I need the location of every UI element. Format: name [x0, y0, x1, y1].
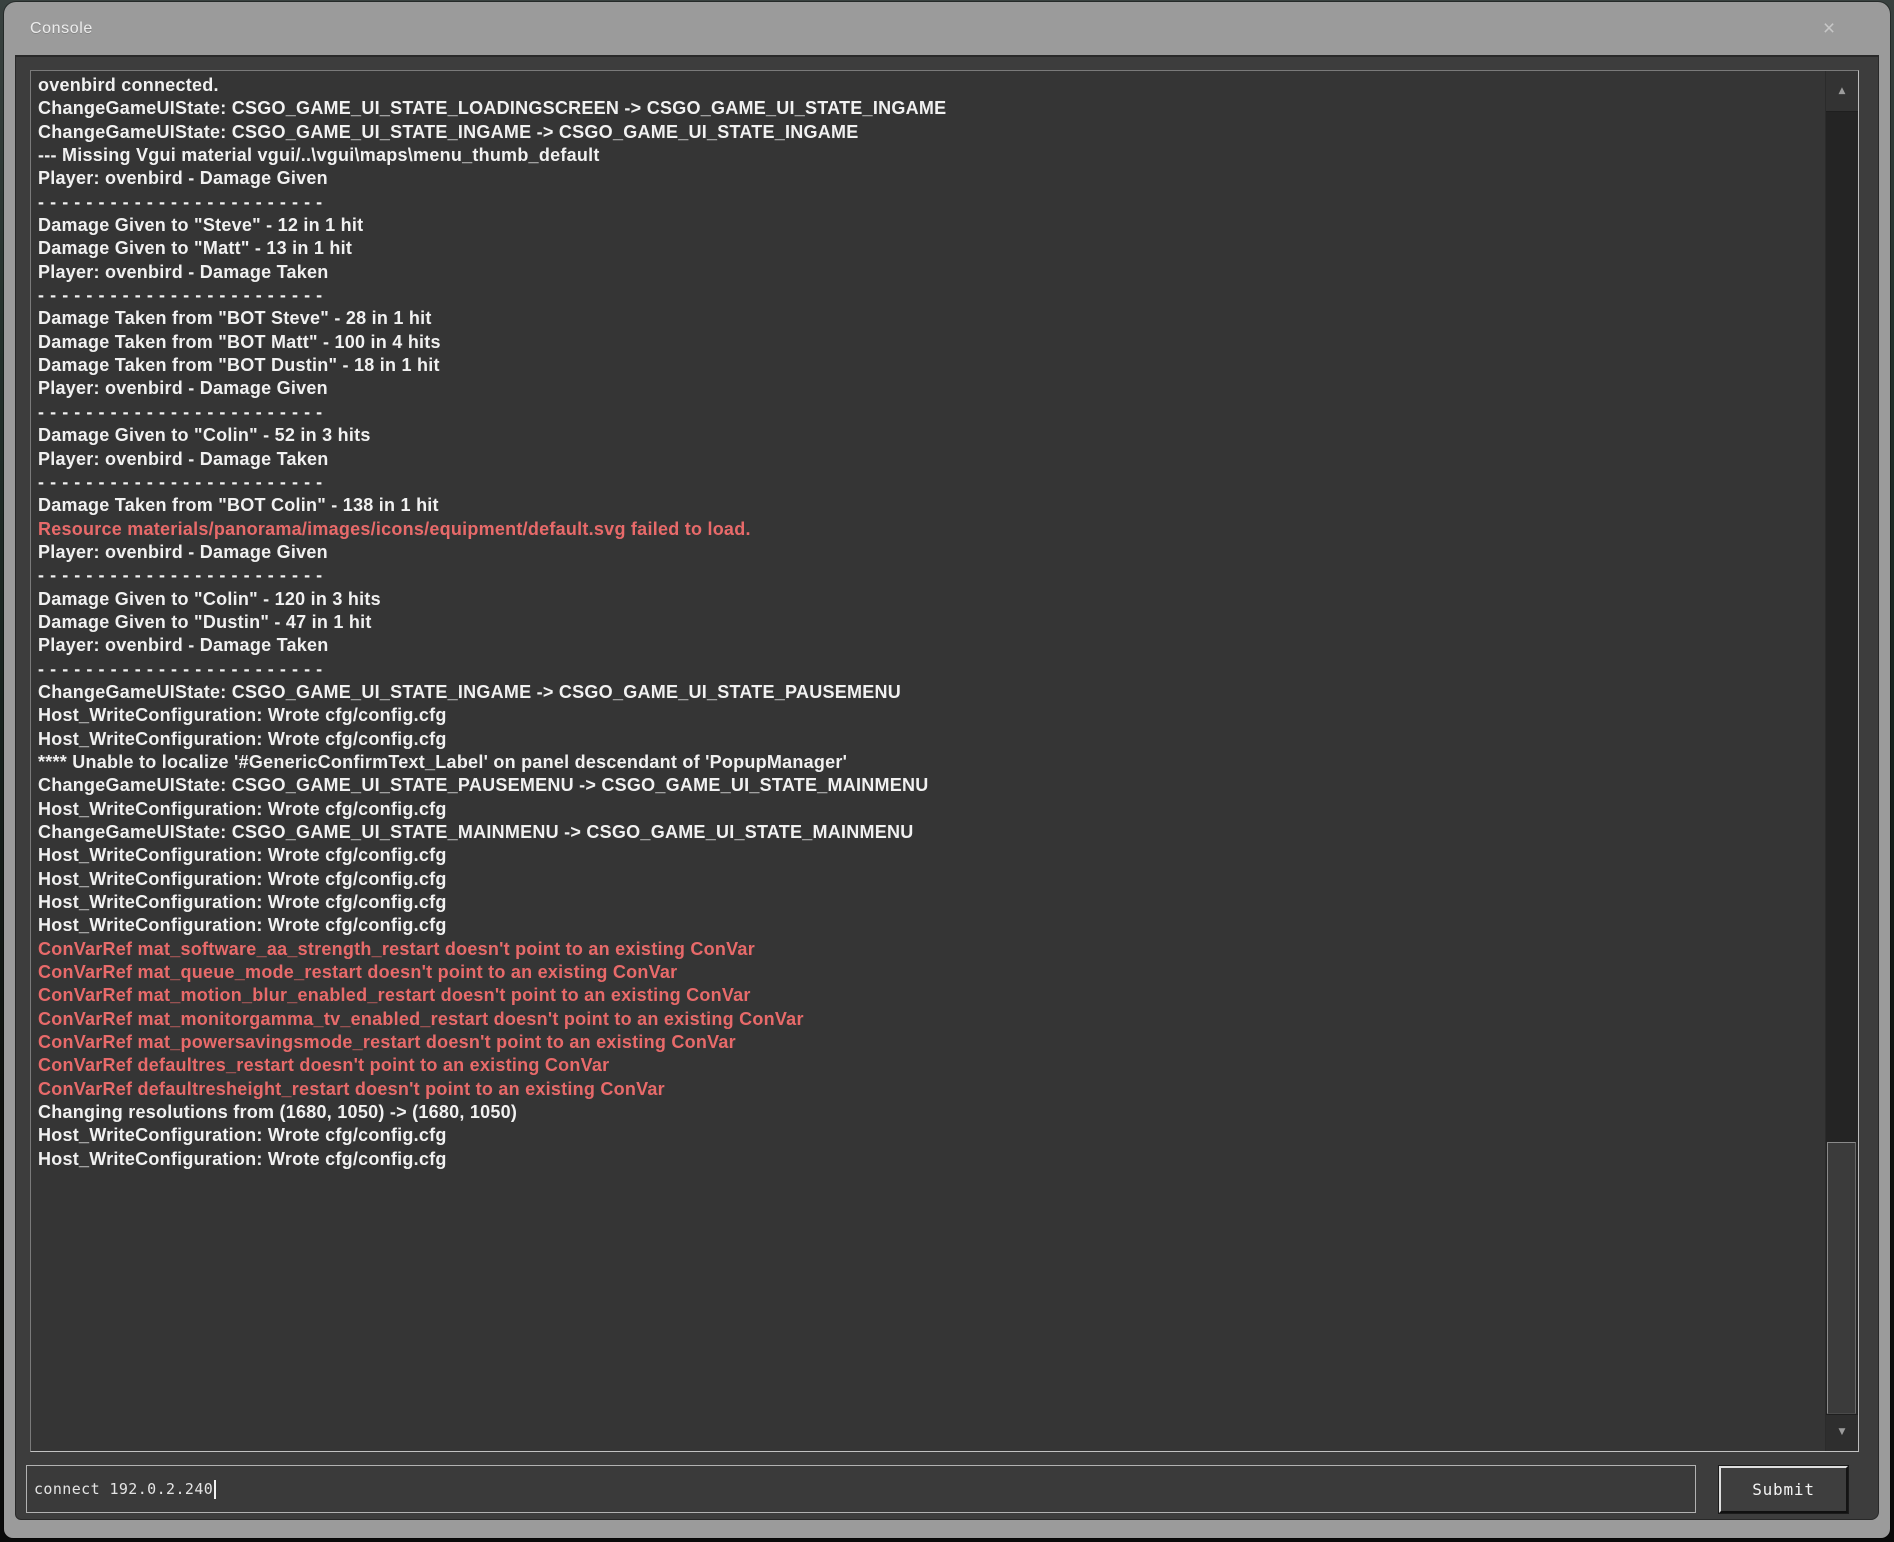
console-line: Host_WriteConfiguration: Wrote cfg/confi… — [38, 1124, 1825, 1147]
console-line: ChangeGameUIState: CSGO_GAME_UI_STATE_MA… — [38, 821, 1825, 844]
console-line: ConVarRef defaultresheight_restart doesn… — [38, 1078, 1825, 1101]
console-line: ConVarRef mat_monitorgamma_tv_enabled_re… — [38, 1008, 1825, 1031]
window-content: ovenbird connected.ChangeGameUIState: CS… — [15, 55, 1879, 1520]
console-line: Host_WriteConfiguration: Wrote cfg/confi… — [38, 798, 1825, 821]
console-separator-line: ------------------------ — [38, 564, 1825, 587]
command-input-value: connect 192.0.2.240 — [34, 1480, 213, 1498]
console-line: Damage Taken from "BOT Steve" - 28 in 1 … — [38, 307, 1825, 330]
console-line: ChangeGameUIState: CSGO_GAME_UI_STATE_PA… — [38, 774, 1825, 797]
console-line: Damage Given to "Steve" - 12 in 1 hit — [38, 214, 1825, 237]
console-line: ChangeGameUIState: CSGO_GAME_UI_STATE_IN… — [38, 681, 1825, 704]
submit-button[interactable]: Submit — [1719, 1466, 1848, 1513]
console-line: Host_WriteConfiguration: Wrote cfg/confi… — [38, 914, 1825, 937]
console-line: Host_WriteConfiguration: Wrote cfg/confi… — [38, 868, 1825, 891]
console-line: ConVarRef defaultres_restart doesn't poi… — [38, 1054, 1825, 1077]
console-line: Host_WriteConfiguration: Wrote cfg/confi… — [38, 1148, 1825, 1171]
console-separator-line: ------------------------ — [38, 471, 1825, 494]
console-separator-line: ------------------------ — [38, 284, 1825, 307]
console-line: Host_WriteConfiguration: Wrote cfg/confi… — [38, 704, 1825, 727]
console-line: ConVarRef mat_software_aa_strength_resta… — [38, 938, 1825, 961]
console-line: ConVarRef mat_queue_mode_restart doesn't… — [38, 961, 1825, 984]
console-line: ConVarRef mat_powersavingsmode_restart d… — [38, 1031, 1825, 1054]
scroll-up-icon[interactable]: ▲ — [1826, 71, 1858, 112]
console-separator-line: ------------------------ — [38, 658, 1825, 681]
console-line: ChangeGameUIState: CSGO_GAME_UI_STATE_LO… — [38, 97, 1825, 120]
console-line: Damage Given to "Dustin" - 47 in 1 hit — [38, 611, 1825, 634]
console-line: Changing resolutions from (1680, 1050) -… — [38, 1101, 1825, 1124]
console-line: --- Missing Vgui material vgui/..\vgui\m… — [38, 144, 1825, 167]
console-line: ConVarRef mat_motion_blur_enabled_restar… — [38, 984, 1825, 1007]
console-line: **** Unable to localize '#GenericConfirm… — [38, 751, 1825, 774]
console-separator-line: ------------------------ — [38, 191, 1825, 214]
titlebar[interactable]: Console × — [4, 2, 1890, 55]
scrollbar-thumb[interactable] — [1827, 1142, 1856, 1414]
console-line: Damage Given to "Colin" - 52 in 3 hits — [38, 424, 1825, 447]
command-input[interactable]: connect 192.0.2.240 — [26, 1465, 1696, 1513]
console-window: Console × ovenbird connected.ChangeGameU… — [4, 2, 1890, 1538]
console-line: Player: ovenbird - Damage Given — [38, 167, 1825, 190]
console-line: Host_WriteConfiguration: Wrote cfg/confi… — [38, 844, 1825, 867]
console-separator-line: ------------------------ — [38, 401, 1825, 424]
window-title: Console — [30, 20, 93, 38]
console-line: Player: ovenbird - Damage Given — [38, 377, 1825, 400]
console-line: Damage Given to "Colin" - 120 in 3 hits — [38, 588, 1825, 611]
console-line: Damage Taken from "BOT Colin" - 138 in 1… — [38, 494, 1825, 517]
console-line: Player: ovenbird - Damage Taken — [38, 448, 1825, 471]
console-line: Damage Taken from "BOT Matt" - 100 in 4 … — [38, 331, 1825, 354]
console-line: Damage Taken from "BOT Dustin" - 18 in 1… — [38, 354, 1825, 377]
console-line: ovenbird connected. — [38, 74, 1825, 97]
console-line: ChangeGameUIState: CSGO_GAME_UI_STATE_IN… — [38, 121, 1825, 144]
console-line: Player: ovenbird - Damage Given — [38, 541, 1825, 564]
console-line: Host_WriteConfiguration: Wrote cfg/confi… — [38, 728, 1825, 751]
console-output-text: ovenbird connected.ChangeGameUIState: CS… — [31, 71, 1825, 1451]
console-output: ovenbird connected.ChangeGameUIState: CS… — [30, 70, 1859, 1452]
console-line: Damage Given to "Matt" - 13 in 1 hit — [38, 237, 1825, 260]
console-line: Host_WriteConfiguration: Wrote cfg/confi… — [38, 891, 1825, 914]
console-line: Player: ovenbird - Damage Taken — [38, 634, 1825, 657]
scroll-down-icon[interactable]: ▼ — [1826, 1414, 1858, 1451]
scrollbar[interactable]: ▲ ▼ — [1825, 71, 1858, 1451]
console-line: Resource materials/panorama/images/icons… — [38, 518, 1825, 541]
close-icon[interactable]: × — [1816, 16, 1842, 42]
text-cursor — [214, 1480, 216, 1499]
console-line: Player: ovenbird - Damage Taken — [38, 261, 1825, 284]
